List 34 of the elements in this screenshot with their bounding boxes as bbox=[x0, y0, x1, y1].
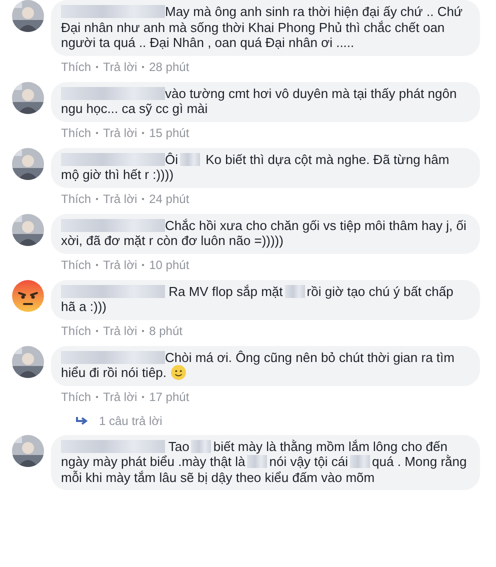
comment-bubble: Chắc hồi xưa cho chăn gối vs tiệp môi thâm hay j, ối xời, đã đơ mặt r còn đơ luôn não =))))) bbox=[51, 214, 480, 254]
comment-time: 17 phút bbox=[149, 390, 190, 404]
comment-time: 8 phút bbox=[149, 324, 182, 338]
blurred-word bbox=[191, 440, 212, 452]
like-link[interactable]: Thích bbox=[61, 126, 92, 140]
replies-link[interactable]: 1 câu trả lời bbox=[99, 414, 162, 428]
angry-face-icon bbox=[12, 280, 44, 312]
comment-bubble: Ôi Ko biết thì dựa cột mà nghe. Đã từng hâm mộ giờ thì hết r :)))) bbox=[51, 148, 480, 188]
blurred-word bbox=[284, 284, 305, 298]
reply-link[interactable]: Trả lời bbox=[103, 390, 138, 404]
like-link[interactable]: Thích bbox=[61, 258, 92, 272]
comment-time: 10 phút bbox=[149, 258, 190, 272]
reply-link[interactable]: Trả lời bbox=[103, 324, 138, 338]
smiley-icon bbox=[170, 365, 186, 380]
reply-link[interactable]: Trả lời bbox=[103, 60, 138, 74]
comment-bubble: May mà ông anh sinh ra thời hiện đại ấy chứ .. Chứ Đại nhân như anh mà sống thời Khai Phong Phủ thì chắc chết oan người ta quá .. Đại Nhân , oan quá Đại nhân ơi ..... bbox=[51, 0, 480, 56]
comment-time: 15 phút bbox=[149, 126, 190, 140]
blurred-word bbox=[247, 455, 268, 468]
comment-bubble: Ra MV flop sắp mặt rồi giờ tạo chú ý bất chấp hã a :))) bbox=[51, 280, 480, 320]
reply-link[interactable]: Trả lời bbox=[103, 126, 138, 140]
comment-time: 24 phút bbox=[149, 192, 190, 206]
blurred-word bbox=[350, 455, 370, 468]
reply-link[interactable]: Trả lời bbox=[103, 258, 138, 272]
comment-bubble: Chòi má ơi. Ông cũng nên bỏ chút thời gian ra tìm hiểu đi rồi nói tiêp. bbox=[51, 346, 480, 386]
like-link[interactable]: Thích bbox=[61, 390, 92, 404]
comment-time: 28 phút bbox=[149, 60, 190, 74]
like-link[interactable]: Thích bbox=[61, 324, 92, 338]
comment-bubble: vào tường cmt hơi vô duyên mà tại thấy phát ngôn ngu học... ca sỹ cc gì mài bbox=[51, 82, 480, 122]
reply-arrow-icon bbox=[75, 416, 89, 426]
like-link[interactable]: Thích bbox=[61, 192, 92, 206]
like-link[interactable]: Thích bbox=[61, 60, 92, 74]
comment-bubble: Tao biết mày là thằng mồm lắm lông cho đến ngày mày phát biểu .mày thật là nói vậy tội cái quá . Mong rằng mỗi khi mày tắm lâu sẽ bị dậy theo kiểu đấm vào mõm bbox=[51, 434, 480, 490]
blurred-word bbox=[180, 152, 200, 166]
reply-link[interactable]: Trả lời bbox=[103, 192, 138, 206]
